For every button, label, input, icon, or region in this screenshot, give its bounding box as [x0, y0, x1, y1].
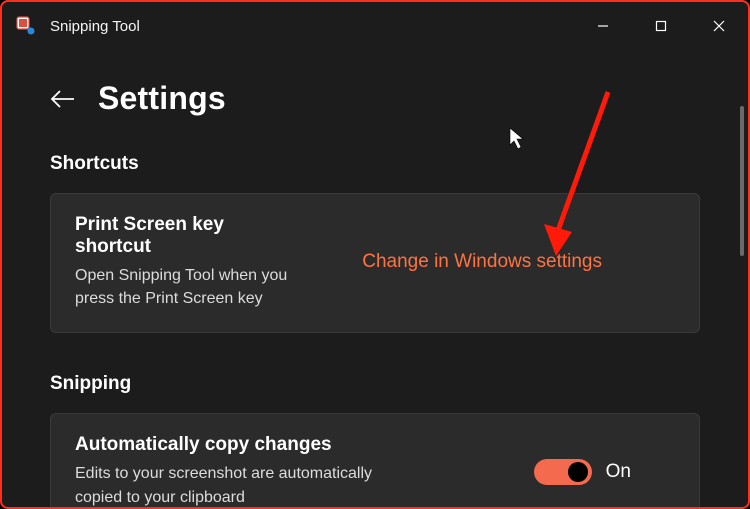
arrow-left-icon: [50, 89, 76, 109]
shortcut-card: Print Screen key shortcut Open Snipping …: [50, 193, 700, 333]
shortcut-card-desc: Open Snipping Tool when you press the Pr…: [75, 264, 305, 310]
shortcut-card-title: Print Screen key shortcut: [75, 214, 305, 258]
title-bar: Snipping Tool: [2, 2, 748, 50]
scrollbar-thumb[interactable]: [740, 106, 744, 256]
toggle-wrap: On: [534, 459, 677, 485]
app-icon: [16, 16, 36, 36]
minimize-button[interactable]: [574, 2, 632, 50]
snipping-card-desc: Edits to your screenshot are automatical…: [75, 462, 415, 507]
change-in-windows-settings-link[interactable]: Change in Windows settings: [362, 251, 677, 273]
back-button[interactable]: [50, 86, 76, 112]
snipping-card-title: Automatically copy changes: [75, 434, 415, 456]
app-title: Snipping Tool: [50, 18, 140, 35]
auto-copy-toggle[interactable]: [534, 459, 592, 485]
close-button[interactable]: [690, 2, 748, 50]
app-window: Snipping Tool Settings Shortcut: [0, 0, 750, 509]
section-heading-snipping: Snipping: [50, 373, 700, 395]
header-row: Settings: [50, 80, 700, 117]
maximize-button[interactable]: [632, 2, 690, 50]
content-area: Settings Shortcuts Print Screen key shor…: [2, 50, 748, 507]
snipping-card: Automatically copy changes Edits to your…: [50, 413, 700, 507]
window-controls: [574, 2, 748, 50]
section-heading-shortcuts: Shortcuts: [50, 153, 700, 175]
toggle-knob: [568, 462, 588, 482]
page-title: Settings: [98, 80, 226, 117]
shortcut-card-text: Print Screen key shortcut Open Snipping …: [75, 214, 305, 310]
toggle-state-label: On: [606, 461, 631, 483]
snipping-card-text: Automatically copy changes Edits to your…: [75, 434, 415, 507]
